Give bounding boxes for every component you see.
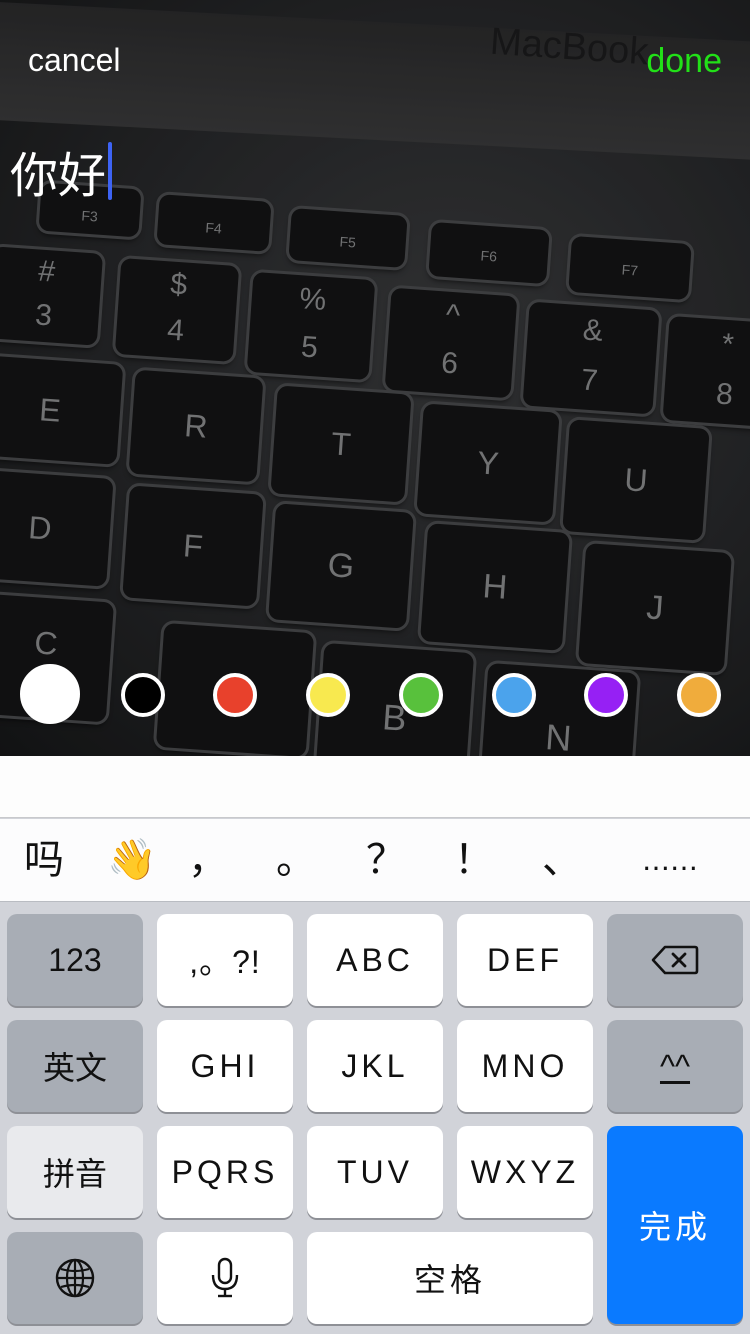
key-english[interactable]: 英文: [7, 1020, 143, 1112]
candidate-bar: 吗 👋 ， 。 ？ ！ 、 ……: [0, 819, 750, 902]
color-swatch-white[interactable]: [20, 664, 80, 724]
key-def[interactable]: DEF: [457, 914, 593, 1006]
candidate-item[interactable]: ……: [620, 819, 720, 902]
input-accessory-bar: [0, 756, 750, 818]
microphone-icon: [211, 1257, 239, 1298]
candidate-item[interactable]: 吗: [4, 819, 84, 902]
microphone-key[interactable]: [157, 1232, 293, 1324]
color-swatch-purple[interactable]: [584, 673, 628, 717]
key-abc[interactable]: ABC: [307, 914, 443, 1006]
text-input-value: 你好: [10, 148, 107, 204]
pinyin-9-key-keyboard: 123 ,。?! ABC DEF 英文 GHI JKL MNO ^^ 拼音 PQ…: [0, 902, 750, 1334]
color-picker: [0, 660, 750, 732]
candidate-item[interactable]: 、: [522, 819, 602, 902]
return-key[interactable]: 完成: [607, 1126, 743, 1324]
color-swatch-yellow[interactable]: [306, 673, 350, 717]
key-ghi[interactable]: GHI: [157, 1020, 293, 1112]
candidate-item[interactable]: ，: [168, 819, 248, 902]
text-caret: [108, 142, 113, 200]
done-button[interactable]: done: [646, 42, 722, 81]
key-wxyz[interactable]: WXYZ: [457, 1126, 593, 1218]
candidate-item-emoji[interactable]: 👋: [92, 819, 172, 902]
color-swatch-green[interactable]: [399, 673, 443, 717]
photo-canvas: MacBook F3 F4 F5 F6 F7 #3 $4 % 5 ^ 6 & 7 * 8…: [0, 0, 750, 756]
color-swatch-black[interactable]: [121, 673, 165, 717]
key-123[interactable]: 123: [7, 914, 143, 1006]
color-swatch-blue[interactable]: [492, 673, 536, 717]
key-tuv[interactable]: TUV: [307, 1126, 443, 1218]
key-punctuation[interactable]: ,。?!: [157, 914, 293, 1006]
key-pqrs[interactable]: PQRS: [157, 1126, 293, 1218]
candidate-item[interactable]: ！: [434, 819, 514, 902]
cancel-button[interactable]: cancel: [28, 42, 121, 79]
key-jkl[interactable]: JKL: [307, 1020, 443, 1112]
color-swatch-red[interactable]: [213, 673, 257, 717]
globe-icon: [55, 1258, 95, 1298]
space-key[interactable]: 空格: [307, 1232, 593, 1324]
backspace-key[interactable]: [607, 914, 743, 1006]
key-mno[interactable]: MNO: [457, 1020, 593, 1112]
dim-overlay: [0, 0, 750, 756]
text-input[interactable]: 你好: [10, 136, 113, 206]
key-pinyin[interactable]: 拼音: [7, 1126, 143, 1218]
candidate-item[interactable]: ？: [346, 819, 426, 902]
candidate-item[interactable]: 。: [256, 819, 336, 902]
key-kaomoji[interactable]: ^^: [607, 1020, 743, 1112]
globe-key[interactable]: [7, 1232, 143, 1324]
backspace-icon: [651, 945, 699, 975]
color-swatch-orange[interactable]: [677, 673, 721, 717]
